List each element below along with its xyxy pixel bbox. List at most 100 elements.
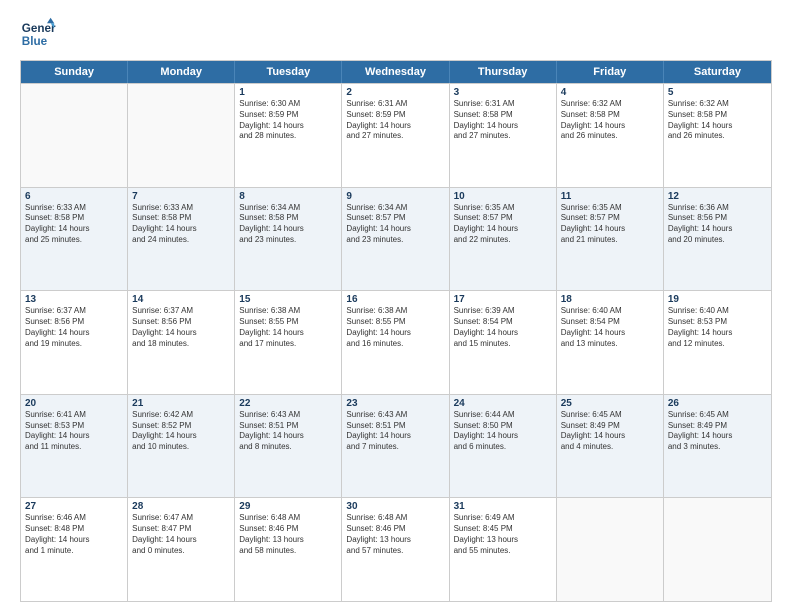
day-number: 26: [668, 398, 767, 409]
calendar-row-4: 27Sunrise: 6:46 AM Sunset: 8:48 PM Dayli…: [21, 497, 771, 601]
day-cell-12: 12Sunrise: 6:36 AM Sunset: 8:56 PM Dayli…: [664, 188, 771, 291]
day-number: 16: [346, 294, 444, 305]
day-number: 19: [668, 294, 767, 305]
day-cell-30: 30Sunrise: 6:48 AM Sunset: 8:46 PM Dayli…: [342, 498, 449, 601]
day-info: Sunrise: 6:48 AM Sunset: 8:46 PM Dayligh…: [239, 513, 337, 556]
day-cell-9: 9Sunrise: 6:34 AM Sunset: 8:57 PM Daylig…: [342, 188, 449, 291]
day-info: Sunrise: 6:41 AM Sunset: 8:53 PM Dayligh…: [25, 410, 123, 453]
day-cell-2: 2Sunrise: 6:31 AM Sunset: 8:59 PM Daylig…: [342, 84, 449, 187]
day-info: Sunrise: 6:33 AM Sunset: 8:58 PM Dayligh…: [25, 203, 123, 246]
day-info: Sunrise: 6:34 AM Sunset: 8:57 PM Dayligh…: [346, 203, 444, 246]
calendar-body: 1Sunrise: 6:30 AM Sunset: 8:59 PM Daylig…: [21, 83, 771, 601]
day-info: Sunrise: 6:34 AM Sunset: 8:58 PM Dayligh…: [239, 203, 337, 246]
day-cell-28: 28Sunrise: 6:47 AM Sunset: 8:47 PM Dayli…: [128, 498, 235, 601]
day-cell-8: 8Sunrise: 6:34 AM Sunset: 8:58 PM Daylig…: [235, 188, 342, 291]
day-number: 11: [561, 191, 659, 202]
empty-cell: [128, 84, 235, 187]
page: General Blue SundayMondayTuesdayWednesda…: [0, 0, 792, 612]
day-cell-27: 27Sunrise: 6:46 AM Sunset: 8:48 PM Dayli…: [21, 498, 128, 601]
day-number: 31: [454, 501, 552, 512]
day-number: 27: [25, 501, 123, 512]
day-cell-24: 24Sunrise: 6:44 AM Sunset: 8:50 PM Dayli…: [450, 395, 557, 498]
day-info: Sunrise: 6:49 AM Sunset: 8:45 PM Dayligh…: [454, 513, 552, 556]
day-number: 10: [454, 191, 552, 202]
day-number: 1: [239, 87, 337, 98]
day-info: Sunrise: 6:37 AM Sunset: 8:56 PM Dayligh…: [25, 306, 123, 349]
day-number: 5: [668, 87, 767, 98]
calendar: SundayMondayTuesdayWednesdayThursdayFrid…: [20, 60, 772, 602]
day-number: 17: [454, 294, 552, 305]
day-number: 6: [25, 191, 123, 202]
logo: General Blue: [20, 16, 56, 52]
day-info: Sunrise: 6:47 AM Sunset: 8:47 PM Dayligh…: [132, 513, 230, 556]
day-number: 29: [239, 501, 337, 512]
day-number: 28: [132, 501, 230, 512]
weekday-header-monday: Monday: [128, 61, 235, 83]
weekday-header-wednesday: Wednesday: [342, 61, 449, 83]
day-info: Sunrise: 6:45 AM Sunset: 8:49 PM Dayligh…: [668, 410, 767, 453]
day-cell-14: 14Sunrise: 6:37 AM Sunset: 8:56 PM Dayli…: [128, 291, 235, 394]
day-info: Sunrise: 6:38 AM Sunset: 8:55 PM Dayligh…: [346, 306, 444, 349]
day-number: 30: [346, 501, 444, 512]
day-cell-16: 16Sunrise: 6:38 AM Sunset: 8:55 PM Dayli…: [342, 291, 449, 394]
day-info: Sunrise: 6:48 AM Sunset: 8:46 PM Dayligh…: [346, 513, 444, 556]
svg-text:Blue: Blue: [22, 35, 48, 48]
day-info: Sunrise: 6:45 AM Sunset: 8:49 PM Dayligh…: [561, 410, 659, 453]
day-number: 13: [25, 294, 123, 305]
day-info: Sunrise: 6:42 AM Sunset: 8:52 PM Dayligh…: [132, 410, 230, 453]
calendar-row-0: 1Sunrise: 6:30 AM Sunset: 8:59 PM Daylig…: [21, 83, 771, 187]
day-number: 8: [239, 191, 337, 202]
day-info: Sunrise: 6:40 AM Sunset: 8:53 PM Dayligh…: [668, 306, 767, 349]
day-info: Sunrise: 6:46 AM Sunset: 8:48 PM Dayligh…: [25, 513, 123, 556]
day-info: Sunrise: 6:40 AM Sunset: 8:54 PM Dayligh…: [561, 306, 659, 349]
day-number: 12: [668, 191, 767, 202]
logo-icon: General Blue: [20, 16, 56, 52]
day-info: Sunrise: 6:31 AM Sunset: 8:58 PM Dayligh…: [454, 99, 552, 142]
day-number: 2: [346, 87, 444, 98]
day-cell-3: 3Sunrise: 6:31 AM Sunset: 8:58 PM Daylig…: [450, 84, 557, 187]
day-cell-29: 29Sunrise: 6:48 AM Sunset: 8:46 PM Dayli…: [235, 498, 342, 601]
day-cell-21: 21Sunrise: 6:42 AM Sunset: 8:52 PM Dayli…: [128, 395, 235, 498]
day-number: 4: [561, 87, 659, 98]
day-cell-1: 1Sunrise: 6:30 AM Sunset: 8:59 PM Daylig…: [235, 84, 342, 187]
day-info: Sunrise: 6:44 AM Sunset: 8:50 PM Dayligh…: [454, 410, 552, 453]
day-cell-4: 4Sunrise: 6:32 AM Sunset: 8:58 PM Daylig…: [557, 84, 664, 187]
weekday-header-tuesday: Tuesday: [235, 61, 342, 83]
day-cell-10: 10Sunrise: 6:35 AM Sunset: 8:57 PM Dayli…: [450, 188, 557, 291]
day-info: Sunrise: 6:43 AM Sunset: 8:51 PM Dayligh…: [346, 410, 444, 453]
day-cell-5: 5Sunrise: 6:32 AM Sunset: 8:58 PM Daylig…: [664, 84, 771, 187]
day-cell-25: 25Sunrise: 6:45 AM Sunset: 8:49 PM Dayli…: [557, 395, 664, 498]
day-cell-13: 13Sunrise: 6:37 AM Sunset: 8:56 PM Dayli…: [21, 291, 128, 394]
day-info: Sunrise: 6:30 AM Sunset: 8:59 PM Dayligh…: [239, 99, 337, 142]
day-info: Sunrise: 6:36 AM Sunset: 8:56 PM Dayligh…: [668, 203, 767, 246]
day-number: 22: [239, 398, 337, 409]
day-number: 23: [346, 398, 444, 409]
day-number: 14: [132, 294, 230, 305]
day-info: Sunrise: 6:32 AM Sunset: 8:58 PM Dayligh…: [668, 99, 767, 142]
day-info: Sunrise: 6:35 AM Sunset: 8:57 PM Dayligh…: [561, 203, 659, 246]
calendar-row-3: 20Sunrise: 6:41 AM Sunset: 8:53 PM Dayli…: [21, 394, 771, 498]
weekday-header-saturday: Saturday: [664, 61, 771, 83]
day-cell-7: 7Sunrise: 6:33 AM Sunset: 8:58 PM Daylig…: [128, 188, 235, 291]
day-cell-22: 22Sunrise: 6:43 AM Sunset: 8:51 PM Dayli…: [235, 395, 342, 498]
day-cell-20: 20Sunrise: 6:41 AM Sunset: 8:53 PM Dayli…: [21, 395, 128, 498]
day-info: Sunrise: 6:31 AM Sunset: 8:59 PM Dayligh…: [346, 99, 444, 142]
day-info: Sunrise: 6:35 AM Sunset: 8:57 PM Dayligh…: [454, 203, 552, 246]
day-cell-15: 15Sunrise: 6:38 AM Sunset: 8:55 PM Dayli…: [235, 291, 342, 394]
day-cell-17: 17Sunrise: 6:39 AM Sunset: 8:54 PM Dayli…: [450, 291, 557, 394]
empty-cell: [21, 84, 128, 187]
day-info: Sunrise: 6:33 AM Sunset: 8:58 PM Dayligh…: [132, 203, 230, 246]
header: General Blue: [20, 16, 772, 52]
day-info: Sunrise: 6:39 AM Sunset: 8:54 PM Dayligh…: [454, 306, 552, 349]
day-number: 21: [132, 398, 230, 409]
calendar-row-2: 13Sunrise: 6:37 AM Sunset: 8:56 PM Dayli…: [21, 290, 771, 394]
day-number: 15: [239, 294, 337, 305]
weekday-header-thursday: Thursday: [450, 61, 557, 83]
day-cell-11: 11Sunrise: 6:35 AM Sunset: 8:57 PM Dayli…: [557, 188, 664, 291]
day-number: 7: [132, 191, 230, 202]
calendar-row-1: 6Sunrise: 6:33 AM Sunset: 8:58 PM Daylig…: [21, 187, 771, 291]
weekday-header-sunday: Sunday: [21, 61, 128, 83]
day-cell-23: 23Sunrise: 6:43 AM Sunset: 8:51 PM Dayli…: [342, 395, 449, 498]
weekday-header-friday: Friday: [557, 61, 664, 83]
svg-text:General: General: [22, 22, 56, 35]
